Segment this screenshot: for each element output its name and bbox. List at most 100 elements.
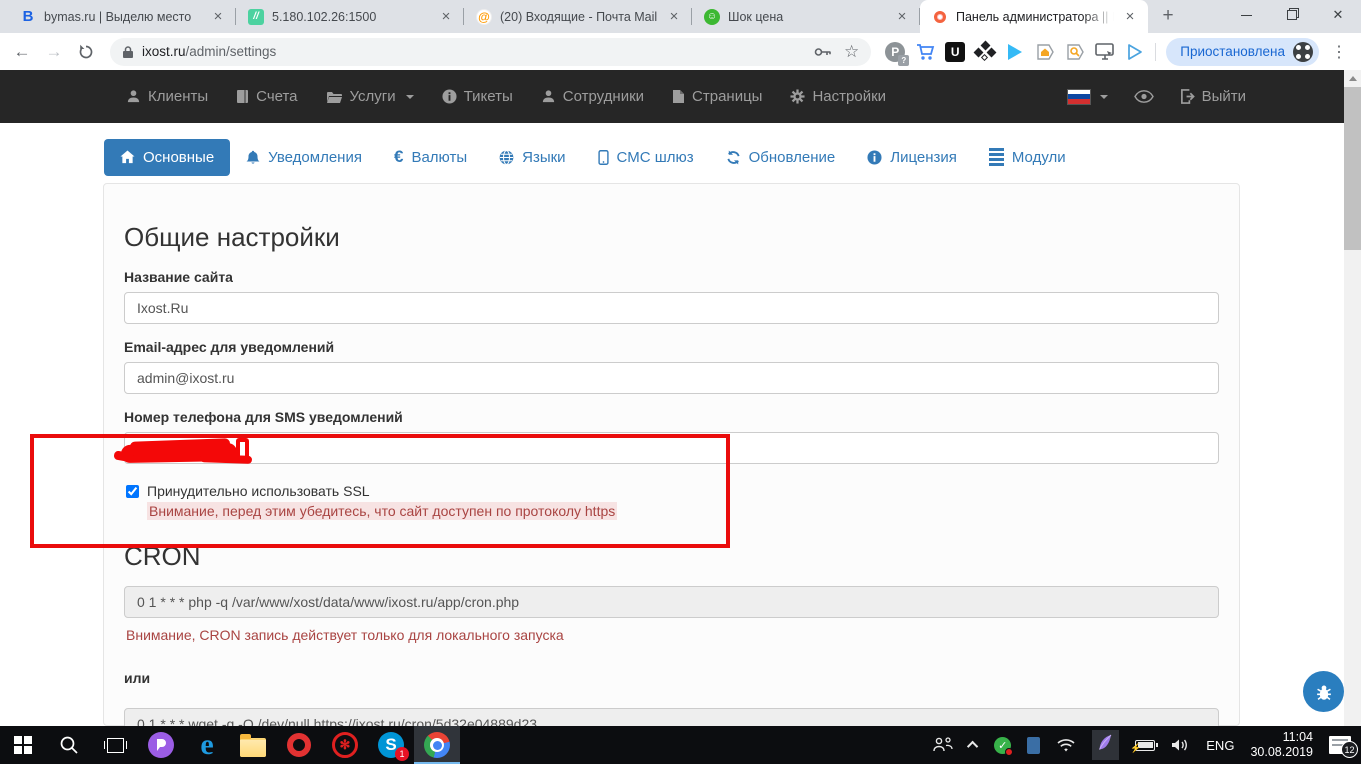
address-bar[interactable]: ixost.ru/admin/settings ☆	[110, 38, 871, 66]
start-button[interactable]	[0, 726, 46, 764]
forward-button[interactable]: →	[40, 38, 68, 66]
scrollbar-thumb[interactable]	[1344, 87, 1361, 250]
info-circle-icon	[442, 89, 457, 104]
bug-icon	[1313, 681, 1335, 703]
lock-icon	[122, 45, 134, 59]
taskbar-clock[interactable]: 11:04 30.08.2019	[1250, 730, 1313, 760]
password-key-icon[interactable]	[814, 47, 832, 57]
email-input[interactable]	[124, 362, 1219, 394]
phone-label: Номер телефона для SMS уведомлений	[124, 409, 1219, 425]
scrollbar-up-arrow[interactable]	[1344, 70, 1361, 87]
browser-tab-3[interactable]: @ (20) Входящие - Почта Mail.ru ×	[464, 0, 692, 33]
nav-item-invoices[interactable]: Счета	[222, 70, 311, 123]
tab-close-icon[interactable]: ×	[438, 9, 454, 24]
nav-item-services[interactable]: Услуги	[312, 70, 428, 123]
tab-close-icon[interactable]: ×	[210, 9, 226, 24]
page-title: Общие настройки	[124, 222, 1219, 253]
battery-icon[interactable]: ⚡	[1135, 740, 1155, 751]
blue-app-tray-icon[interactable]	[1027, 737, 1040, 754]
site-name-label: Название сайта	[124, 269, 1219, 285]
extension-p-icon[interactable]: P?	[885, 42, 905, 62]
nav-item-pages[interactable]: Страницы	[658, 70, 776, 123]
browser-tab-active[interactable]: Панель администратора || IXo ×	[920, 0, 1148, 33]
nav-label: Счета	[256, 88, 297, 105]
reload-button[interactable]	[72, 38, 100, 66]
extension-cart-icon[interactable]	[915, 42, 935, 62]
tab-general[interactable]: Основные	[104, 139, 230, 176]
or-label: или	[124, 670, 1219, 686]
taskbar-yandex-button[interactable]	[138, 726, 184, 764]
sync-paused-button[interactable]: Приостановлена	[1166, 38, 1319, 66]
nav-item-clients[interactable]: Клиенты	[112, 70, 222, 123]
home-icon	[120, 150, 135, 164]
folder-icon	[326, 90, 343, 104]
tab-sms-gateway[interactable]: СМС шлюз	[582, 139, 710, 176]
tab-close-icon[interactable]: ×	[1122, 9, 1138, 24]
volume-icon[interactable]	[1171, 737, 1190, 753]
browser-tab-1[interactable]: B bymas.ru | Выделю место ×	[8, 0, 236, 33]
window-minimize-button[interactable]	[1223, 0, 1269, 30]
antivirus-tray-icon[interactable]: ✓	[994, 737, 1011, 754]
keyboard-language-indicator[interactable]: ENG	[1206, 738, 1234, 753]
phone-redaction-loop	[236, 438, 249, 461]
task-view-button[interactable]	[92, 726, 138, 764]
pen-app-tray-icon[interactable]	[1092, 730, 1119, 760]
taskbar-explorer-button[interactable]	[230, 726, 276, 764]
nav-item-tickets[interactable]: Тикеты	[428, 70, 527, 123]
extension-home-icon[interactable]	[1035, 42, 1055, 62]
tab-label: Модули	[1012, 149, 1066, 166]
tab-notifications[interactable]: Уведомления	[230, 139, 378, 176]
tab-close-icon[interactable]: ×	[894, 9, 910, 24]
extension-play-icon[interactable]	[1005, 42, 1025, 62]
user-icon	[126, 89, 141, 104]
browser-tab-4[interactable]: ☺ Шок цена ×	[692, 0, 920, 33]
tab-update[interactable]: Обновление	[710, 139, 852, 176]
tray-expand-chevron-icon[interactable]	[967, 741, 978, 752]
bookmark-star-icon[interactable]: ☆	[844, 42, 859, 62]
file-explorer-icon	[240, 738, 266, 757]
taskbar-chrome-button[interactable]	[414, 726, 460, 764]
extension-search-icon[interactable]	[1065, 42, 1085, 62]
site-name-input[interactable]	[124, 292, 1219, 324]
new-tab-button[interactable]: +	[1154, 2, 1182, 30]
logout-label: Выйти	[1202, 88, 1246, 105]
extension-diamonds-icon[interactable]	[975, 42, 995, 62]
url-domain: ixost.ru	[142, 44, 186, 59]
window-maximize-button[interactable]	[1269, 0, 1315, 30]
people-icon[interactable]	[932, 737, 954, 753]
question-badge-icon: ?	[898, 55, 909, 66]
nav-label: Тикеты	[464, 88, 513, 105]
window-close-button[interactable]: ✕	[1315, 0, 1361, 30]
nav-item-staff[interactable]: Сотрудники	[527, 70, 658, 123]
url-path: /admin/settings	[186, 44, 277, 59]
taskbar-search-button[interactable]	[46, 726, 92, 764]
page-scrollbar[interactable]	[1344, 70, 1361, 726]
wifi-icon[interactable]	[1056, 738, 1076, 753]
tab-languages[interactable]: Языки	[483, 139, 581, 176]
blue-play-icon	[1008, 44, 1022, 60]
tab-currencies[interactable]: € Валюты	[378, 137, 483, 177]
tab-modules[interactable]: Модули	[973, 138, 1082, 176]
extension-u-icon[interactable]: U	[945, 42, 965, 62]
taskbar-opera-button[interactable]	[276, 726, 322, 764]
nav-item-settings[interactable]: Настройки	[776, 70, 900, 123]
cron-local-command-input[interactable]	[124, 586, 1219, 618]
taskbar-utility-button[interactable]: ✻	[322, 726, 368, 764]
extension-monitor-icon[interactable]	[1095, 42, 1115, 62]
language-selector[interactable]	[1067, 89, 1108, 105]
windows-logo-icon	[14, 736, 32, 754]
tab-license[interactable]: Лицензия	[851, 139, 973, 176]
logout-button[interactable]: Выйти	[1180, 88, 1246, 105]
user-icon	[541, 89, 556, 104]
extension-play-outline-icon[interactable]	[1125, 42, 1145, 62]
view-site-eye-icon[interactable]	[1134, 90, 1154, 103]
bug-report-button[interactable]	[1303, 671, 1344, 712]
chrome-menu-button[interactable]: ⋮	[1329, 42, 1349, 62]
admin-navbar: Клиенты Счета Услуги Тикеты Сотрудники С…	[0, 70, 1344, 123]
notification-center-button[interactable]: 12	[1329, 736, 1351, 754]
taskbar-edge-button[interactable]: e	[184, 726, 230, 764]
taskbar-skype-button[interactable]: S1	[368, 726, 414, 764]
browser-tab-2[interactable]: // 5.180.102.26:1500 ×	[236, 0, 464, 33]
back-button[interactable]: ←	[8, 38, 36, 66]
tab-close-icon[interactable]: ×	[666, 9, 682, 24]
